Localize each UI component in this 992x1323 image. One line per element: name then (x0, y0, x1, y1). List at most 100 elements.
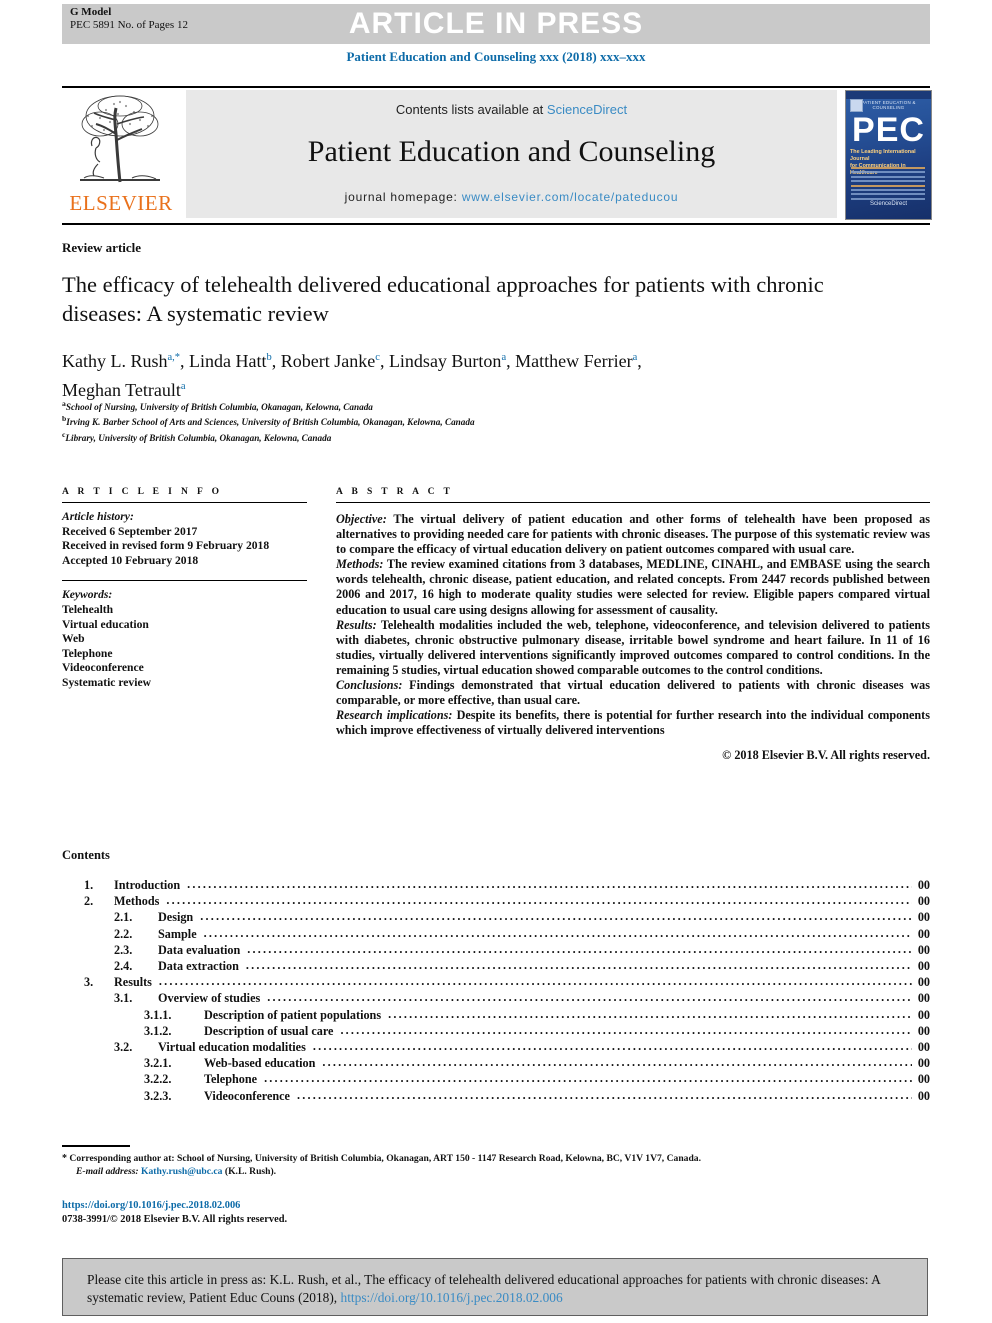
toc-leader-dots: ........................................… (245, 958, 912, 973)
toc-page-number: 00 (917, 1040, 930, 1055)
toc-row[interactable]: 2.1. Design..............................… (62, 909, 930, 925)
email-address-suffix: (K.L. Rush). (224, 1166, 277, 1177)
toc-label[interactable]: Virtual education modalities (158, 1039, 313, 1055)
author-affil-mark[interactable]: a (181, 381, 186, 392)
author-entry: Kathy L. Rusha,* (62, 351, 180, 371)
affiliation-item: bIrving K. Barber School of Arts and Sci… (62, 413, 762, 428)
toc-number: 3.1.1. (144, 1007, 172, 1022)
article-history-label: Article history: (62, 510, 134, 523)
author-name: Lindsay Burton (388, 351, 502, 371)
toc-label[interactable]: Videoconference (204, 1088, 297, 1104)
toc-number: 3.1. (114, 991, 133, 1006)
table-of-contents: 1. Introduction..........................… (62, 877, 930, 1104)
doi-link[interactable]: https://doi.org/10.1016/j.pec.2018.02.00… (62, 1199, 287, 1213)
toc-row[interactable]: 2.2. Sample..............................… (62, 926, 930, 942)
abstract-section-lead: Conclusions: (336, 678, 403, 693)
cover-footer-text: ScienceDirect (869, 201, 907, 207)
issn-copyright-line: 0738-3991/© 2018 Elsevier B.V. All right… (62, 1214, 288, 1225)
toc-row[interactable]: 3.2.2. Telephone.........................… (62, 1071, 930, 1087)
toc-label[interactable]: Telephone (204, 1071, 264, 1087)
author-affil-mark[interactable]: c (375, 352, 380, 363)
paper-page: ARTICLE IN PRESS G Model PEC 5891 No. of… (0, 0, 992, 1323)
author-entry: Linda Hattb (189, 351, 272, 371)
masthead-rule-bottom (62, 223, 930, 225)
toc-row[interactable]: 3.2.3. Videoconference...................… (62, 1088, 930, 1104)
toc-label[interactable]: Overview of studies (158, 990, 267, 1006)
toc-label[interactable]: Web-based education (204, 1055, 322, 1071)
toc-label[interactable]: Design (158, 909, 200, 925)
footnote-line2: E-mail address: Kathy.rush@ubc.ca (K.L. … (62, 1165, 930, 1178)
sciencedirect-link[interactable]: ScienceDirect (547, 102, 627, 117)
author-entry: Lindsay Burtona (389, 351, 506, 371)
footnote-star-mark: * (62, 1153, 67, 1164)
author-affil-mark[interactable]: a,* (168, 352, 181, 363)
toc-row[interactable]: 3. Results...............................… (62, 974, 930, 990)
toc-label[interactable]: Description of patient populations (204, 1007, 388, 1023)
abstract-section-lead: Research implications: (336, 708, 453, 723)
author-entry: Matthew Ferriera (515, 351, 637, 371)
toc-label[interactable]: Data evaluation (158, 942, 247, 958)
g-model-line1: G Model (70, 6, 112, 18)
affiliation-text: Library, University of British Columbia,… (65, 432, 332, 443)
email-address-label: E-mail address: (76, 1166, 139, 1177)
toc-row[interactable]: 3.2.1. Web-based education...............… (62, 1055, 930, 1071)
masthead-rule-top (62, 86, 930, 88)
toc-row[interactable]: 1. Introduction..........................… (62, 877, 930, 893)
toc-row[interactable]: 2.4. Data extraction.....................… (62, 958, 930, 974)
elsevier-logo: ELSEVIER (62, 92, 180, 218)
abstract-section: Results: Telehealth modalities included … (336, 618, 930, 678)
journal-homepage-prefix: journal homepage: (344, 190, 462, 204)
toc-label[interactable]: Data extraction (158, 958, 246, 974)
toc-row[interactable]: 3.1. Overview of studies.................… (62, 990, 930, 1006)
toc-page-number: 00 (917, 1072, 930, 1087)
toc-number: 3.2.3. (144, 1088, 172, 1103)
toc-leader-dots: ........................................… (264, 1071, 912, 1086)
author-affil-mark[interactable]: a (633, 352, 638, 363)
article-history-item: Received 6 September 2017 (62, 524, 198, 538)
page-title: The efficacy of telehealth delivered edu… (62, 272, 824, 326)
toc-leader-dots: ........................................… (340, 1022, 912, 1037)
elsevier-tree-icon (80, 95, 160, 183)
toc-number: 3. (84, 975, 94, 990)
abstract-body: Objective: The virtual delivery of patie… (336, 512, 930, 738)
abstract-copyright: © 2018 Elsevier B.V. All rights reserved… (722, 748, 930, 763)
abstract-rule (336, 502, 930, 503)
doi-block: https://doi.org/10.1016/j.pec.2018.02.00… (62, 1199, 287, 1227)
toc-page-number: 00 (917, 910, 930, 925)
journal-homepage-link[interactable]: www.elsevier.com/locate/pateducou (462, 190, 679, 204)
footnote-corresponding-text: Corresponding author at: School of Nursi… (69, 1153, 701, 1164)
toc-leader-dots: ........................................… (296, 1087, 912, 1102)
article-history-item: Accepted 10 February 2018 (62, 553, 199, 567)
article-info-heading: A R T I C L E I N F O (62, 487, 223, 497)
keyword-item: Telehealth (62, 602, 114, 616)
toc-label[interactable]: Methods (114, 893, 166, 909)
toc-row[interactable]: 3.1.1. Description of patient populations… (62, 1007, 930, 1023)
toc-page-number: 00 (917, 975, 930, 990)
keyword-item: Virtual education (62, 617, 149, 631)
affiliation-text: School of Nursing, University of British… (65, 402, 373, 413)
author-entry: Robert Jankec (281, 351, 380, 371)
journal-masthead: ELSEVIER Contents lists available at Sci… (62, 90, 932, 220)
author-affil-mark[interactable]: b (267, 352, 272, 363)
toc-row[interactable]: 2. Methods...............................… (62, 893, 930, 909)
citation-doi-link[interactable]: https://doi.org/10.1016/j.pec.2018.02.00… (341, 1290, 563, 1305)
g-model-stamp: G Model PEC 5891 No. of Pages 12 (70, 6, 188, 32)
email-address-link[interactable]: Kathy.rush@ubc.ca (141, 1166, 222, 1177)
toc-label[interactable]: Description of usual care (204, 1023, 340, 1039)
contents-heading: Contents (62, 848, 110, 862)
keyword-item: Videoconference (62, 661, 144, 675)
toc-leader-dots: ........................................… (312, 1039, 912, 1054)
toc-label[interactable]: Sample (158, 926, 204, 942)
abstract-section: Objective: The virtual delivery of patie… (336, 512, 930, 557)
article-history-item: Received in revised form 9 February 2018 (62, 539, 270, 553)
author-affil-mark[interactable]: a (501, 352, 506, 363)
toc-number: 3.1.2. (144, 1023, 172, 1038)
toc-page-number: 00 (917, 942, 930, 957)
toc-label[interactable]: Results (114, 974, 159, 990)
toc-row[interactable]: 2.3. Data evaluation.....................… (62, 942, 930, 958)
toc-label[interactable]: Introduction (114, 877, 187, 893)
toc-row[interactable]: 3.2. Virtual education modalities........… (62, 1039, 930, 1055)
toc-row[interactable]: 3.1.2. Description of usual care.........… (62, 1023, 930, 1039)
keyword-item: Systematic review (62, 675, 151, 689)
toc-page-number: 00 (917, 1007, 930, 1022)
